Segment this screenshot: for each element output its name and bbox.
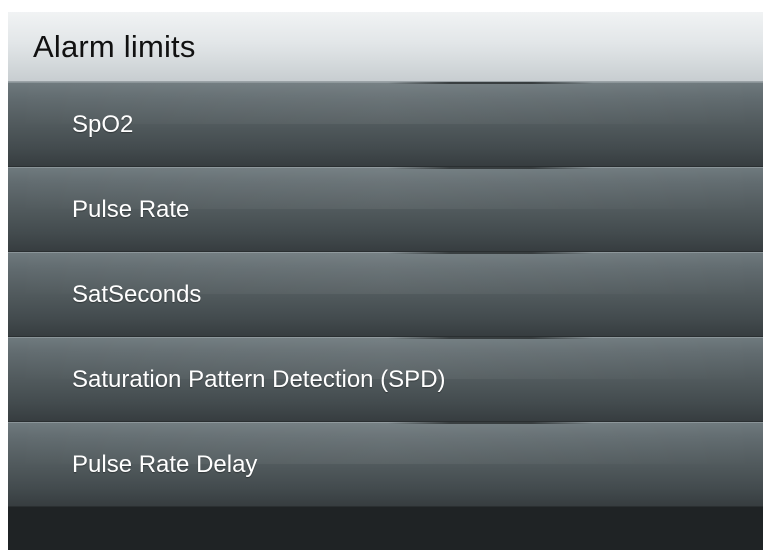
- menu-item-spo2[interactable]: SpO2: [8, 82, 763, 167]
- menu-item-label: SpO2: [72, 111, 134, 138]
- menu-item-satseconds[interactable]: SatSeconds: [8, 252, 763, 337]
- menu-item-pulse-rate[interactable]: Pulse Rate: [8, 167, 763, 252]
- item-divider: [388, 422, 593, 424]
- menu-item-label: Pulse Rate: [72, 196, 190, 223]
- menu-item-saturation-pattern-detection[interactable]: Saturation Pattern Detection (SPD): [8, 337, 763, 422]
- item-divider: [388, 82, 593, 84]
- menu-item-label: SatSeconds: [72, 281, 202, 308]
- item-divider: [388, 337, 593, 339]
- menu-item-label: Pulse Rate Delay: [72, 451, 258, 478]
- page-title: Alarm limits: [33, 29, 196, 64]
- alarm-limits-menu: SpO2 Pulse Rate SatSeconds Saturation Pa…: [8, 82, 763, 509]
- menu-item-label: Saturation Pattern Detection (SPD): [72, 366, 446, 393]
- item-divider: [388, 252, 593, 254]
- header-bar: Alarm limits: [8, 12, 763, 82]
- menu-item-pulse-rate-delay[interactable]: Pulse Rate Delay: [8, 422, 763, 507]
- alarm-limits-screen: Alarm limits SpO2 Pulse Rate SatSeconds …: [8, 12, 763, 550]
- footer-bar: [8, 509, 763, 550]
- item-divider: [388, 167, 593, 169]
